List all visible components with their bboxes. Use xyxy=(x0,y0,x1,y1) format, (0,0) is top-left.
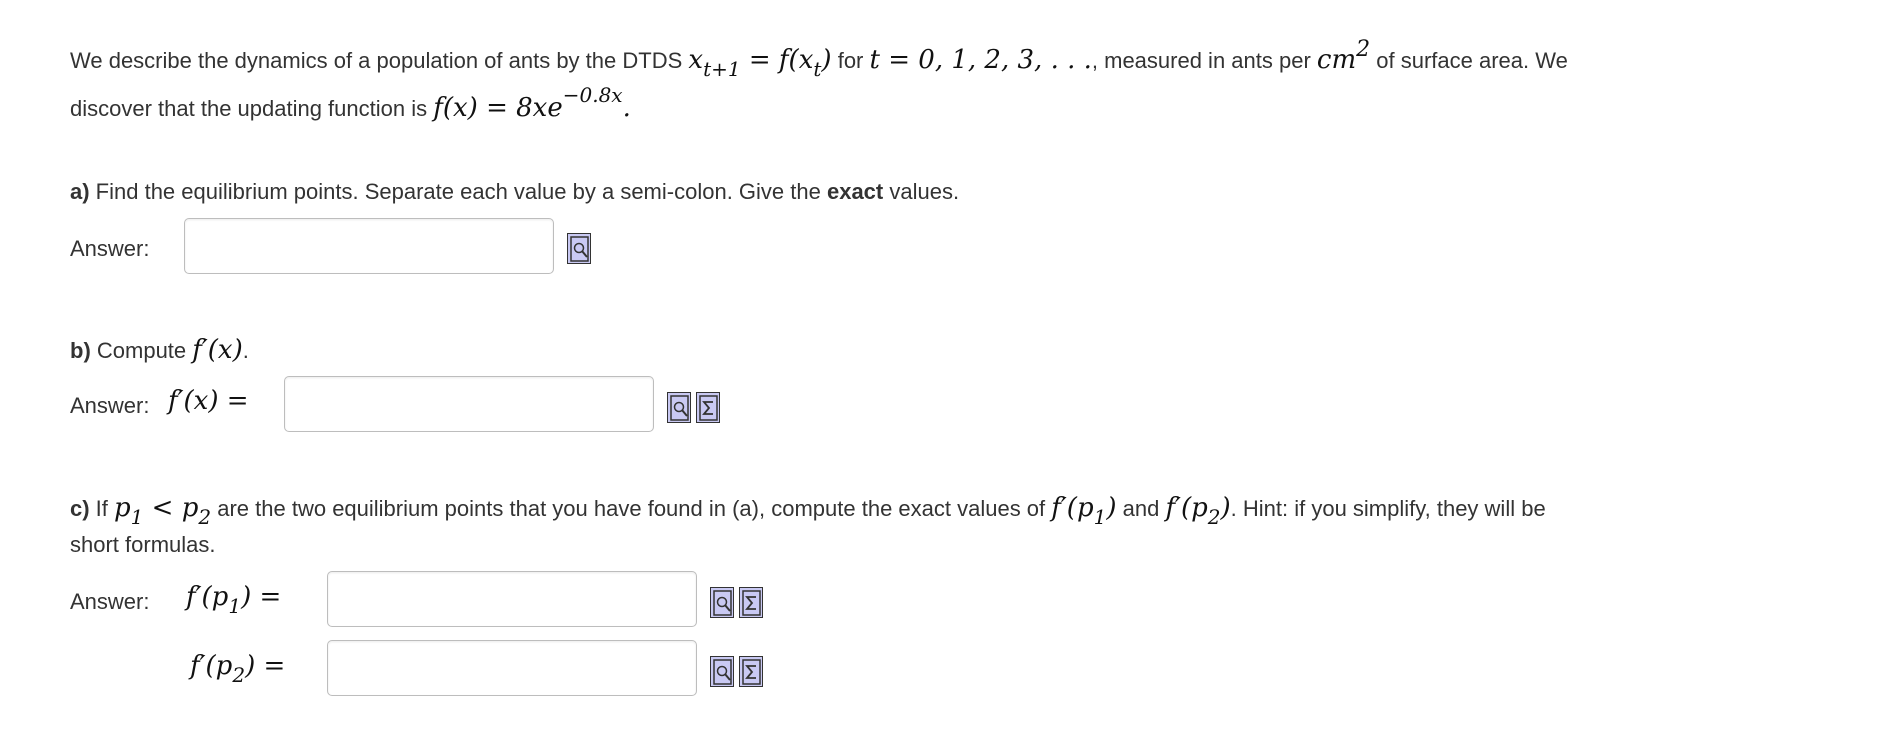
part-a-letter: a) xyxy=(70,179,90,204)
intro-line-2: discover that the updating function is f… xyxy=(70,83,631,131)
part-c-equation-editor-icon-1[interactable] xyxy=(739,587,763,618)
part-c-math-p2: p2 xyxy=(181,493,212,529)
intro-math-cm2: cm2 xyxy=(1316,37,1371,75)
part-c-math-lt: < xyxy=(143,493,182,523)
part-c-preview-icon-2[interactable] xyxy=(710,656,734,687)
part-b-text: Compute xyxy=(90,338,193,363)
part-c-prompt-line-2: short formulas. xyxy=(70,532,216,557)
part-c-text-hint: . Hint: if you simplify, they will be xyxy=(1230,496,1546,521)
intro-math-fxt: f(xt) xyxy=(778,45,832,81)
intro-math-updating-function: f(x) = 8xe−0.8x. xyxy=(433,83,631,123)
part-c-answer-input-1[interactable] xyxy=(327,571,697,627)
part-b-answer-input[interactable] xyxy=(284,376,654,432)
intro-line-1: We describe the dynamics of a population… xyxy=(70,37,1568,84)
part-b-prompt: b) Compute f′(x). xyxy=(70,328,249,373)
part-b-period: . xyxy=(242,338,249,363)
part-c-answer-input-2[interactable] xyxy=(327,640,697,696)
intro-text-1: We describe the dynamics of a population… xyxy=(70,48,683,73)
part-b-letter: b) xyxy=(70,338,91,363)
part-b-answer-label: Answer: xyxy=(70,393,150,418)
part-a-bold-exact: exact xyxy=(826,179,884,204)
part-b-preview-icon[interactable] xyxy=(667,392,691,423)
part-a-answer-input[interactable] xyxy=(184,218,554,274)
part-c-text-if: If xyxy=(89,496,115,521)
intro-math-tvals: t = 0, 1, 2, 3, . . . xyxy=(869,45,1092,75)
intro-text-3: , measured in ants per xyxy=(1091,48,1311,73)
part-c-preview-icon-1[interactable] xyxy=(710,587,734,618)
part-b-equation-editor-icon[interactable] xyxy=(696,392,720,423)
part-c-answer-label: Answer: xyxy=(70,589,150,614)
part-c-equation-editor-icon-2[interactable] xyxy=(739,656,763,687)
part-a-text-2: values. xyxy=(883,179,960,204)
question-page: We describe the dynamics of a population… xyxy=(0,0,1883,738)
part-b-answer-math: f′(x) = xyxy=(168,386,249,416)
part-c-prompt-line-1: c) If p1 < p2 are the two equilibrium po… xyxy=(70,486,1546,531)
part-b-math-fprime: f′(x) xyxy=(192,335,243,365)
intro-text-5: discover that the updating function is xyxy=(70,96,428,121)
part-a-text-1: Find the equilibrium points. Separate ea… xyxy=(89,179,827,204)
intro-text-2: for xyxy=(837,48,864,73)
part-c-math-fp1: f′(p1) xyxy=(1051,493,1117,529)
intro-math-equals: = xyxy=(740,45,779,75)
intro-math-xt1: xt+1 xyxy=(688,45,741,81)
part-a-preview-icon[interactable] xyxy=(567,233,591,264)
part-c-text-2: are the two equilibrium points that you … xyxy=(211,496,1052,521)
part-c-letter: c) xyxy=(70,496,90,521)
part-c-math-fp2: f′(p2) xyxy=(1165,493,1231,529)
part-c-answer-math-1: f′(p1) = xyxy=(186,582,282,618)
part-c-answer-math-2: f′(p2) = xyxy=(190,651,286,687)
part-c-text-and: and xyxy=(1116,496,1166,521)
intro-text-4: of surface area. We xyxy=(1376,48,1568,73)
part-c-math-p1: p1 xyxy=(114,493,144,529)
part-a-answer-label: Answer: xyxy=(70,236,150,261)
part-a-prompt: a) Find the equilibrium points. Separate… xyxy=(70,170,959,214)
